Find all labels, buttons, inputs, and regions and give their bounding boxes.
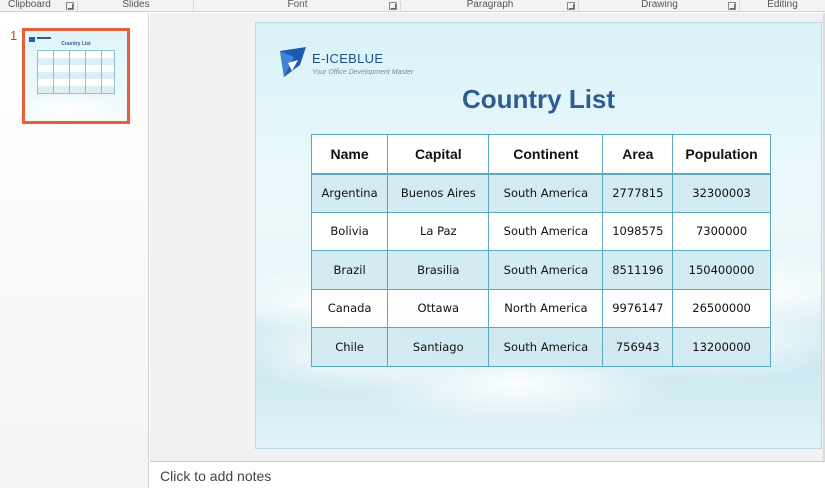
table-cell[interactable]: South America	[488, 211, 604, 251]
table-row: Canada Ottawa North America 9976147 2650…	[310, 288, 771, 328]
header-area[interactable]: Area	[602, 134, 674, 175]
header-capital[interactable]: Capital	[387, 134, 490, 175]
table-cell[interactable]: Bolivia	[310, 211, 389, 251]
ribbon-group-label: Font	[287, 0, 308, 10]
drawing-dialog-launcher-icon[interactable]	[728, 2, 736, 10]
table-cell[interactable]: Santiago	[387, 327, 490, 367]
table-row: Bolivia La Paz South America 1098575 730…	[310, 211, 771, 251]
header-name[interactable]: Name	[310, 134, 389, 175]
mini-cloud-background	[25, 91, 127, 121]
table-cell[interactable]: 7300000	[672, 211, 771, 251]
country-table[interactable]: Name Capital Continent Area Population A…	[310, 134, 771, 367]
table-cell[interactable]: Brasilia	[387, 250, 490, 290]
ribbon-group-clipboard: Clipboard	[0, 0, 78, 11]
logo-brand-name: E-ICEBLUE	[312, 51, 384, 66]
table-cell[interactable]: South America	[488, 250, 604, 290]
slide-number: 1	[10, 28, 18, 43]
table-cell[interactable]: Ottawa	[387, 288, 490, 328]
table-row: Brazil Brasilia South America 8511196 15…	[310, 250, 771, 290]
table-cell[interactable]: 9976147	[602, 288, 674, 328]
table-cell[interactable]: North America	[488, 288, 604, 328]
table-cell[interactable]: Buenos Aires	[387, 173, 490, 213]
table-cell[interactable]: 756943	[602, 327, 674, 367]
table-cell[interactable]: 26500000	[672, 288, 771, 328]
table-cell[interactable]: 1098575	[602, 211, 674, 251]
ribbon-group-label: Paragraph	[466, 0, 514, 10]
table-cell[interactable]: 32300003	[672, 173, 771, 213]
ribbon-group-label: Drawing	[641, 0, 678, 10]
slide[interactable]: E-ICEBLUE Your Office Development Master…	[255, 22, 822, 449]
table-cell[interactable]: 8511196	[602, 250, 674, 290]
mini-brand-mark	[37, 37, 51, 39]
ribbon-group-paragraph: Paragraph	[401, 0, 579, 11]
notes-placeholder[interactable]: Click to add notes	[160, 468, 271, 484]
mini-slide-title: Country List	[61, 41, 91, 47]
ribbon-group-label: Editing	[767, 0, 798, 10]
slide-title[interactable]: Country List	[256, 84, 821, 115]
table-cell[interactable]: South America	[488, 327, 604, 367]
table-cell[interactable]: Argentina	[310, 173, 389, 213]
header-population[interactable]: Population	[672, 134, 771, 175]
table-cell[interactable]: 13200000	[672, 327, 771, 367]
ribbon-group-labels: Clipboard Slides Font Paragraph Drawing …	[0, 0, 825, 12]
table-header-row: Name Capital Continent Area Population	[310, 134, 771, 175]
table-cell[interactable]: 2777815	[602, 173, 674, 213]
slide-editing-canvas[interactable]: E-ICEBLUE Your Office Development Master…	[150, 13, 825, 461]
table-cell[interactable]: 150400000	[672, 250, 771, 290]
table-row: Argentina Buenos Aires South America 277…	[310, 173, 771, 213]
table-cell[interactable]: South America	[488, 173, 604, 213]
table-cell[interactable]: La Paz	[387, 211, 490, 251]
paragraph-dialog-launcher-icon[interactable]	[567, 2, 575, 10]
ribbon-group-label: Slides	[122, 0, 150, 10]
slide-thumbnail-pane[interactable]: 1 Country List	[0, 13, 149, 488]
table-cell[interactable]: Brazil	[310, 250, 389, 290]
eiceblue-logo-icon	[280, 47, 306, 77]
table-cell[interactable]: Chile	[310, 327, 389, 367]
table-row: Chile Santiago South America 756943 1320…	[310, 327, 771, 367]
clipboard-dialog-launcher-icon[interactable]	[66, 2, 74, 10]
notes-pane[interactable]: Click to add notes	[150, 461, 825, 488]
slide-thumbnail-1[interactable]: Country List	[22, 28, 130, 124]
mini-table	[37, 50, 115, 94]
logo-tagline: Your Office Development Master	[312, 69, 414, 76]
ribbon-group-editing: Editing	[740, 0, 825, 11]
ribbon-group-font: Font	[194, 0, 401, 11]
header-continent[interactable]: Continent	[488, 134, 604, 175]
ribbon-group-slides: Slides	[78, 0, 194, 11]
ribbon-group-drawing: Drawing	[579, 0, 740, 11]
table-cell[interactable]: Canada	[310, 288, 389, 328]
font-dialog-launcher-icon[interactable]	[389, 2, 397, 10]
